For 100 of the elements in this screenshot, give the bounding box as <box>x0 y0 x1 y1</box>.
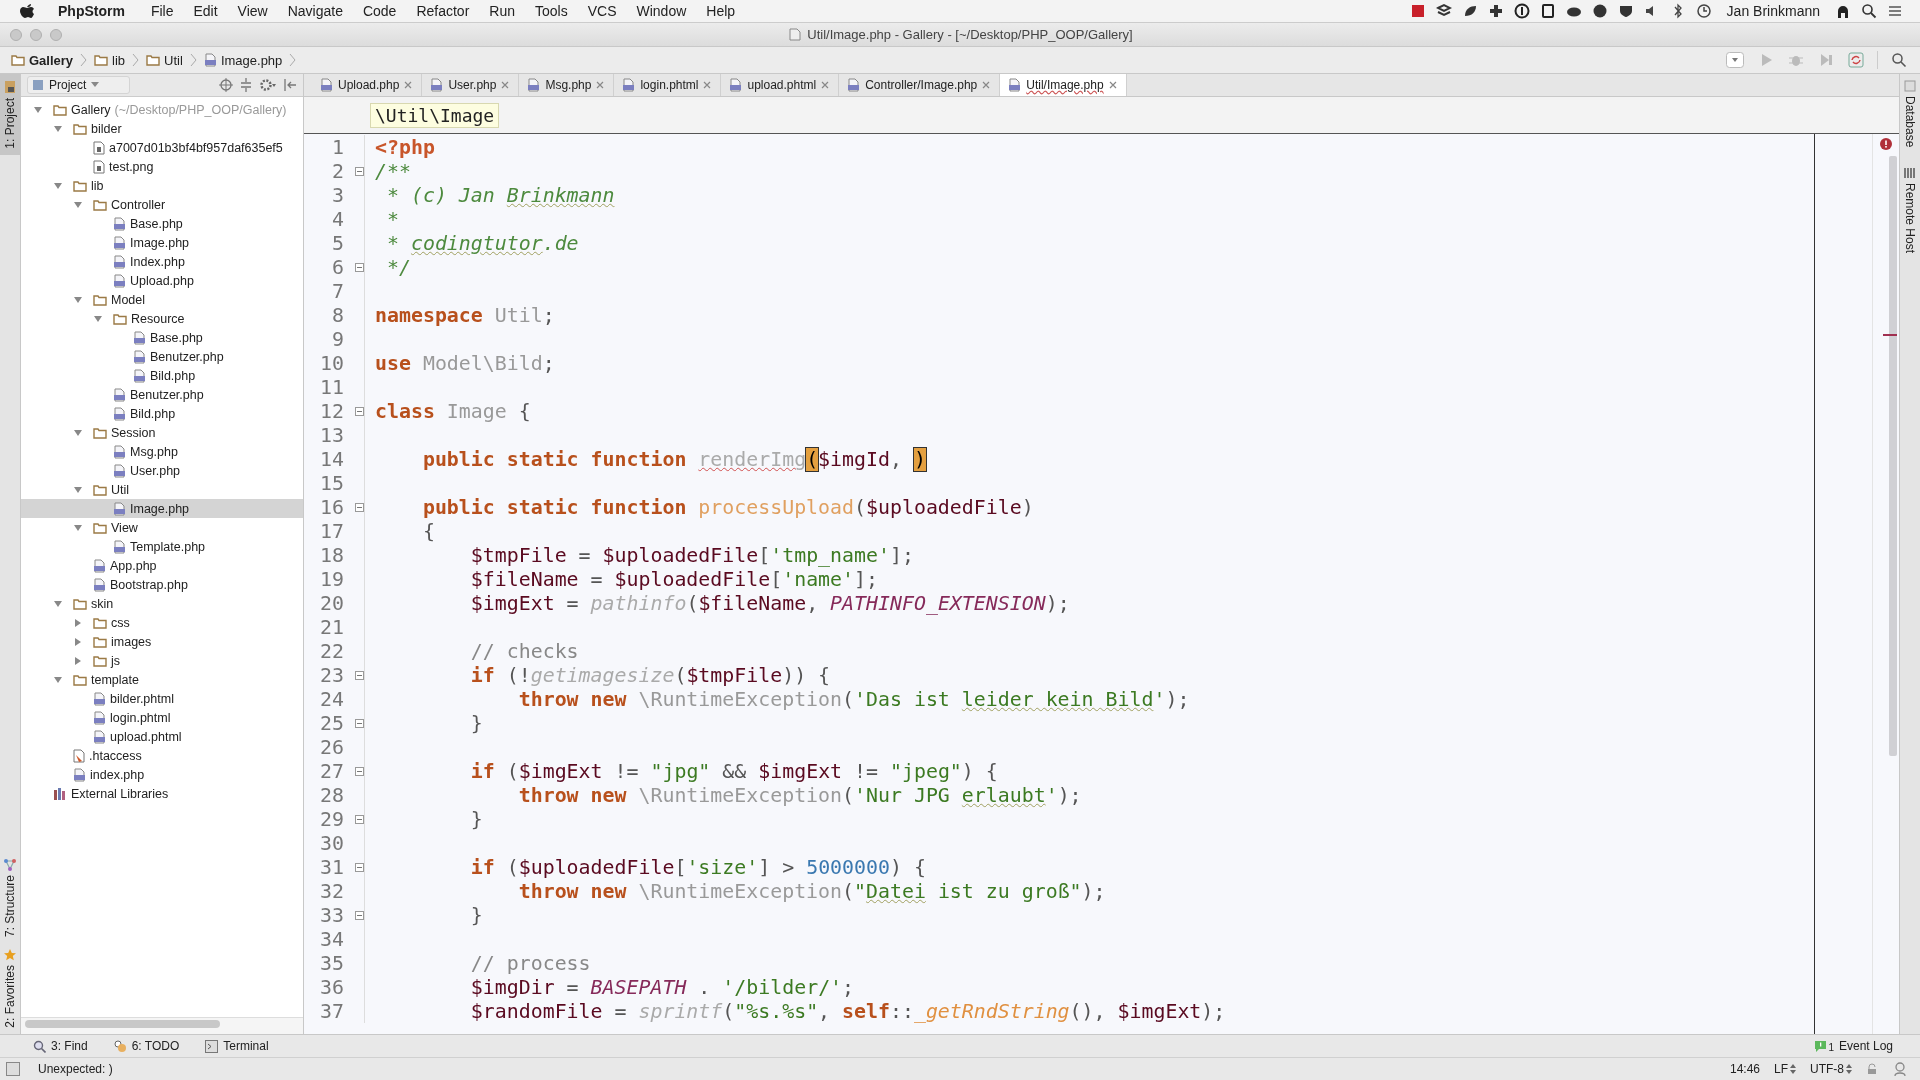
tree-item[interactable]: View <box>21 518 303 537</box>
tree-item[interactable]: skin <box>21 594 303 613</box>
app-menu[interactable]: PhpStorm <box>54 1 129 21</box>
breadcrumb-item[interactable]: Gallery <box>8 51 77 69</box>
tree-item[interactable]: Image.php <box>21 233 303 252</box>
tool-window-button[interactable]: 6: TODO <box>110 1038 183 1054</box>
tree-item[interactable]: App.php <box>21 556 303 575</box>
editor-tab[interactable]: User.php <box>422 74 520 96</box>
panel-toggle-icon[interactable] <box>6 1062 20 1076</box>
line-separator-selector[interactable]: LF <box>1774 1062 1796 1076</box>
expanded-arrow-icon[interactable] <box>73 427 83 438</box>
menu-item[interactable]: Edit <box>183 1 228 21</box>
plus-icon[interactable] <box>1487 3 1504 19</box>
target-icon[interactable] <box>219 78 233 92</box>
tree-item[interactable]: lib <box>21 176 303 195</box>
expanded-arrow-icon[interactable] <box>73 522 83 533</box>
editor-tab[interactable]: Util/Image.php <box>1000 74 1127 96</box>
tree-item[interactable]: js <box>21 651 303 670</box>
tool-window-tab[interactable]: Database <box>1903 80 1917 148</box>
tree-item[interactable]: bilder <box>21 119 303 138</box>
close-icon[interactable] <box>703 81 712 89</box>
expanded-arrow-icon[interactable] <box>53 674 63 685</box>
tree-item[interactable]: Upload.php <box>21 271 303 290</box>
expanded-arrow-icon[interactable] <box>73 294 83 305</box>
editor-tab[interactable]: Upload.php <box>312 74 423 96</box>
tree-item[interactable]: Gallery (~/Desktop/PHP_OOP/Gallery) <box>21 100 303 119</box>
expanded-arrow-icon[interactable] <box>33 104 43 115</box>
tool-window-button[interactable]: 3: Find <box>30 1038 91 1054</box>
collapsed-arrow-icon[interactable] <box>73 636 83 647</box>
tree-item[interactable]: Controller <box>21 195 303 214</box>
breadcrumb-item[interactable]: Image.php <box>200 51 286 69</box>
tree-item[interactable]: a7007d01b3bf4bf957daf635ef5 <box>21 138 303 157</box>
expanded-arrow-icon[interactable] <box>93 313 103 324</box>
fold-marker-icon[interactable] <box>354 262 364 272</box>
menu-item[interactable]: VCS <box>577 1 627 21</box>
expanded-arrow-icon[interactable] <box>53 180 63 191</box>
tool-window-tab[interactable]: 1: Project <box>0 74 20 155</box>
tree-item[interactable]: Bootstrap.php <box>21 575 303 594</box>
event-log-button[interactable]: 1 Event Log <box>1811 1038 1896 1054</box>
tree-item[interactable]: Benutzer.php <box>21 347 303 366</box>
tree-item[interactable]: index.php <box>21 765 303 784</box>
fold-marker-icon[interactable] <box>354 166 364 176</box>
tree-item[interactable]: css <box>21 613 303 632</box>
tree-item[interactable]: User.php <box>21 461 303 480</box>
tree-item[interactable]: Image.php <box>21 499 303 518</box>
expanded-arrow-icon[interactable] <box>53 598 63 609</box>
menu-item[interactable]: Navigate <box>277 1 353 21</box>
tree-item[interactable]: Base.php <box>21 328 303 347</box>
fold-marker-icon[interactable] <box>354 766 364 776</box>
menu-item[interactable]: Code <box>352 1 407 21</box>
tool-window-tab[interactable]: Remote Host <box>1903 167 1917 254</box>
collapse-icon[interactable] <box>239 78 253 92</box>
shield-icon[interactable] <box>1617 3 1634 19</box>
encoding-selector[interactable]: UTF-8 <box>1810 1062 1852 1076</box>
tree-item[interactable]: Bild.php <box>21 366 303 385</box>
menu-item[interactable]: Run <box>479 1 525 21</box>
tree-item[interactable]: bilder.phtml <box>21 689 303 708</box>
editor-tab[interactable]: upload.phtml <box>721 74 840 96</box>
menu-icon[interactable] <box>1887 3 1903 19</box>
tree-item[interactable]: Util <box>21 480 303 499</box>
search-icon[interactable] <box>1861 3 1877 19</box>
search-icon[interactable] <box>1891 52 1907 68</box>
tree-item[interactable]: Session <box>21 423 303 442</box>
fold-marker-icon[interactable] <box>354 814 364 824</box>
tree-item[interactable]: Resource <box>21 309 303 328</box>
fold-marker-icon[interactable] <box>354 862 364 872</box>
tree-item[interactable]: login.phtml <box>21 708 303 727</box>
tree-item[interactable]: template <box>21 670 303 689</box>
menu-item[interactable]: File <box>140 1 184 21</box>
tree-item[interactable]: Base.php <box>21 214 303 233</box>
sync-icon[interactable] <box>1848 52 1864 68</box>
tool-window-button[interactable]: Terminal <box>202 1038 272 1054</box>
expanded-arrow-icon[interactable] <box>73 199 83 210</box>
editor-tab[interactable]: login.phtml <box>614 74 722 96</box>
tree-item[interactable]: test.png <box>21 157 303 176</box>
fold-marker-icon[interactable] <box>354 670 364 680</box>
fold-marker-icon[interactable] <box>354 718 364 728</box>
menu-item[interactable]: Help <box>696 1 746 21</box>
close-icon[interactable] <box>596 81 605 89</box>
menu-item[interactable]: Window <box>626 1 697 21</box>
tool-window-tab[interactable]: 7: Structure <box>0 853 20 944</box>
tree-item[interactable]: images <box>21 632 303 651</box>
tree-item[interactable]: Model <box>21 290 303 309</box>
tool-window-tab[interactable]: 2: Favorites <box>0 943 20 1034</box>
collapsed-arrow-icon[interactable] <box>73 617 83 628</box>
tree-item[interactable]: upload.phtml <box>21 727 303 746</box>
menu-item[interactable]: Refactor <box>406 1 480 21</box>
square-icon[interactable] <box>1409 3 1426 19</box>
fold-marker-icon[interactable] <box>354 406 364 416</box>
close-icon[interactable] <box>982 81 991 89</box>
hide-panel-icon[interactable] <box>283 78 297 92</box>
breadcrumb-item[interactable]: Util <box>143 51 186 69</box>
tree-item[interactable]: Msg.php <box>21 442 303 461</box>
fold-marker-icon[interactable] <box>354 910 364 920</box>
close-icon[interactable] <box>821 81 830 89</box>
fold-marker-icon[interactable] <box>354 502 364 512</box>
close-icon[interactable] <box>1108 81 1117 89</box>
expanded-arrow-icon[interactable] <box>73 484 83 495</box>
expanded-arrow-icon[interactable] <box>53 123 63 134</box>
editor-tab[interactable]: Msg.php <box>519 74 615 96</box>
